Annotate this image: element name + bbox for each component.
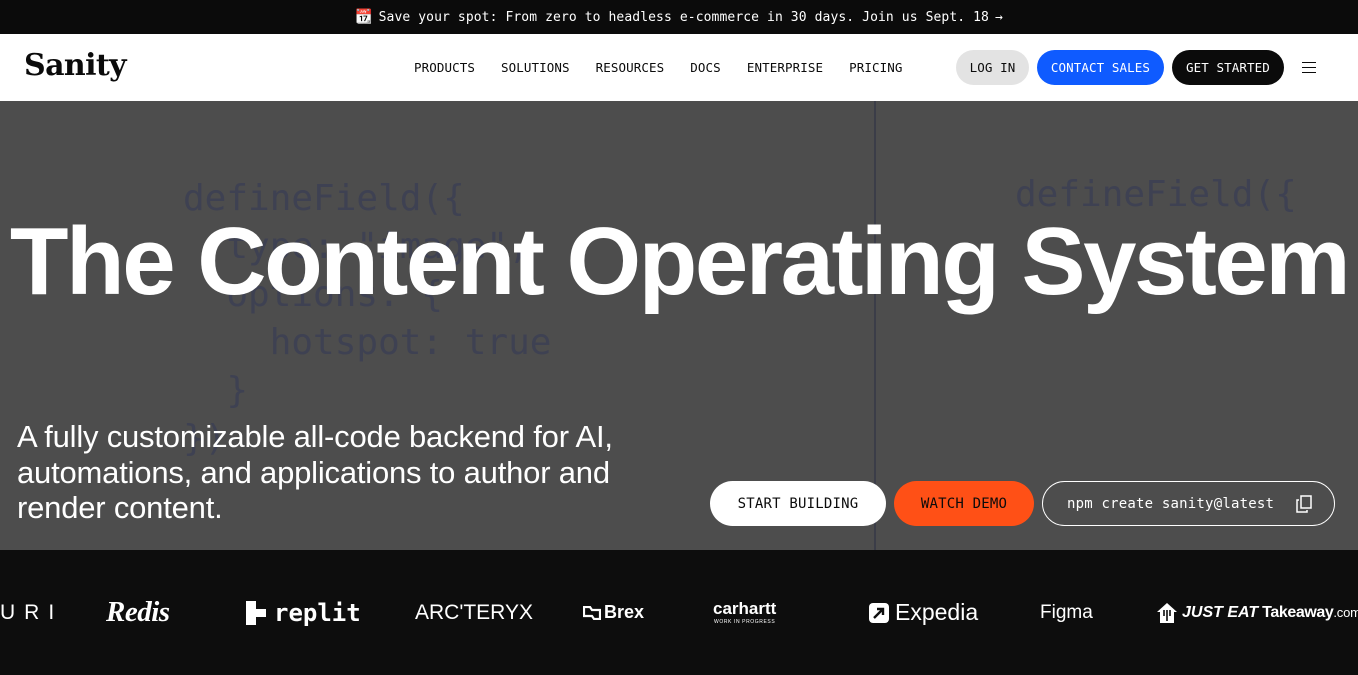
hamburger-menu-icon[interactable] — [1302, 62, 1316, 73]
logo-carhartt: carhartt WORK IN PROGRESS — [713, 550, 776, 675]
replit-wordmark: replit — [274, 598, 361, 627]
replit-mark-icon — [246, 600, 266, 625]
logo-replit: replit — [246, 550, 361, 675]
carhartt-wordmark: carhartt — [713, 599, 777, 618]
nav-resources[interactable]: RESOURCES — [583, 60, 678, 75]
announcement-text[interactable]: Save your spot: From zero to headless e-… — [379, 10, 989, 25]
takeaway-wordmark: Takeaway — [1262, 603, 1334, 621]
copy-icon[interactable] — [1296, 495, 1312, 513]
house-icon — [1157, 602, 1177, 623]
customer-logos: URI Redis replit ARC'TERYX Brex carhartt… — [0, 550, 1358, 675]
logo-brex: Brex — [583, 550, 644, 675]
expedia-mark-icon — [869, 602, 889, 623]
site-header: Sanity PRODUCTS SOLUTIONS RESOURCES DOCS… — [0, 34, 1358, 101]
get-started-button[interactable]: GET STARTED — [1172, 50, 1284, 85]
expedia-wordmark: Expedia — [895, 599, 979, 625]
logo-uri: URI — [0, 600, 64, 624]
nav-docs[interactable]: DOCS — [677, 60, 734, 75]
contact-sales-button[interactable]: CONTACT SALES — [1037, 50, 1164, 85]
hero-headline: The Content Operating System — [9, 208, 1351, 315]
logo-arcteryx: ARC'TERYX — [415, 600, 533, 624]
brex-wordmark: Brex — [604, 602, 645, 622]
nav-pricing[interactable]: PRICING — [836, 60, 915, 75]
nav-products[interactable]: PRODUCTS — [401, 60, 488, 75]
watch-demo-button[interactable]: WATCH DEMO — [894, 481, 1034, 526]
hero-divider — [874, 101, 876, 550]
arrow-right-icon: → — [994, 9, 1003, 25]
start-building-button[interactable]: START BUILDING — [710, 481, 886, 526]
npm-command-button[interactable]: npm create sanity@latest — [1042, 481, 1335, 526]
carhartt-tagline: WORK IN PROGRESS — [714, 619, 776, 625]
takeaway-suffix: .com — [1333, 605, 1358, 620]
announcement-bar[interactable]: 📆 Save your spot: From zero to headless … — [0, 0, 1358, 34]
sanity-logo[interactable]: Sanity — [24, 48, 127, 83]
nav-enterprise[interactable]: ENTERPRISE — [734, 60, 836, 75]
just-eat-wordmark: JUST EAT — [1182, 603, 1259, 621]
logo-figma: Figma — [1040, 601, 1093, 623]
brex-mark-icon — [583, 605, 601, 620]
logo-redis: Redis — [106, 596, 170, 628]
logo-expedia: Expedia — [869, 550, 978, 675]
logo-just-eat-takeaway: JUST EAT Takeaway .com — [1156, 550, 1358, 675]
calendar-icon: 📆 — [355, 9, 373, 25]
login-button[interactable]: LOG IN — [956, 50, 1029, 85]
npm-command-text: npm create sanity@latest — [1067, 495, 1275, 512]
hero-section: defineField({ type: "image", options: { … — [0, 101, 1358, 550]
nav-solutions[interactable]: SOLUTIONS — [488, 60, 583, 75]
hero-subtitle: A fully customizable all-code backend fo… — [17, 419, 613, 525]
main-nav: PRODUCTS SOLUTIONS RESOURCES DOCS ENTERP… — [401, 34, 915, 101]
